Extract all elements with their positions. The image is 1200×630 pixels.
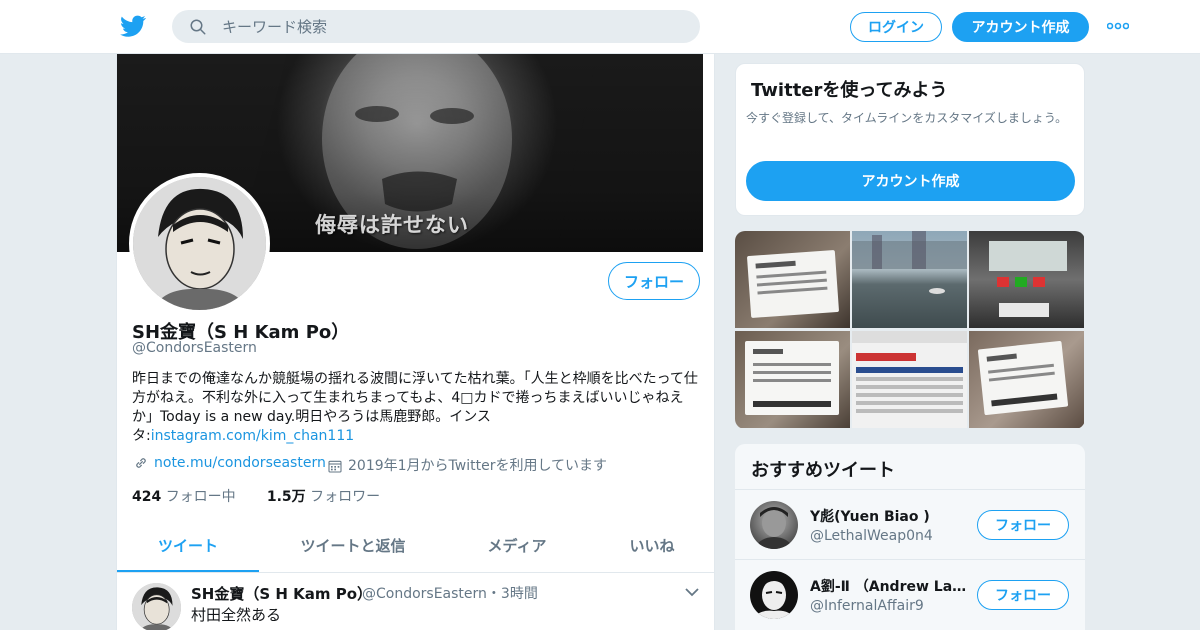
tab-tweets-and-replies[interactable]: ツイートと返信: [279, 528, 427, 572]
recommended-user-handle[interactable]: @InfernalAffair9: [810, 598, 924, 614]
recommended-title: おすすめツイート: [751, 460, 895, 481]
recommended-user-row[interactable]: A劉-Ⅱ （Andrew Lau ... @InfernalAffair9 フォ…: [735, 559, 1085, 629]
signup-promo-card: Twitterを使ってみよう 今すぐ登録して、タイムラインをカスタマイズしましょ…: [735, 63, 1085, 216]
bio-instagram-link[interactable]: instagram.com/kim_chan111: [151, 428, 354, 444]
recommended-tweets-panel: おすすめツイート Y彪(Yuen Biao ) @LethalWeap0n4 フ…: [735, 444, 1085, 630]
profile-website: note.mu/condorseastern: [132, 455, 326, 471]
recommended-user-row[interactable]: Y彪(Yuen Biao ) @LethalWeap0n4 フォロー: [735, 489, 1085, 559]
recommended-user-handle[interactable]: @LethalWeap0n4: [810, 528, 933, 544]
following-stat[interactable]: 424 フォロー中: [132, 489, 236, 505]
recommended-avatar[interactable]: [750, 571, 798, 619]
following-count: 424: [132, 489, 162, 505]
profile-panel: 侮辱は許せない フォロー SH金寶（S H Kam Po） @CondorsEa…: [116, 54, 715, 630]
machine-photo: [989, 241, 1067, 317]
avatar-illustration-small: [132, 583, 181, 630]
followers-label: フォロワー: [310, 489, 381, 505]
profile-avatar[interactable]: [129, 173, 270, 314]
follow-button[interactable]: フォロー: [608, 262, 700, 300]
profile-bio: 昨日までの俺達なんか競艇場の揺れる波間に浮いてた枯れ葉。「人生と枠順を比べたって…: [132, 370, 704, 446]
tab-media[interactable]: メディア: [462, 528, 572, 572]
recommended-user-name[interactable]: A劉-Ⅱ （Andrew Lau ...: [810, 576, 970, 596]
screenshot-photo: [852, 331, 967, 413]
chevron-down-icon[interactable]: [685, 587, 699, 597]
banner-caption: 侮辱は許せない: [315, 212, 469, 237]
recommended-user-name[interactable]: Y彪(Yuen Biao ): [810, 506, 970, 526]
profile-joined-date: 2019年1月からTwitterを利用しています: [326, 455, 607, 475]
avatar-illustration: [133, 177, 266, 310]
twitter-bird-icon[interactable]: [120, 13, 146, 39]
media-thumbnail[interactable]: [969, 231, 1084, 328]
recommended-follow-button[interactable]: フォロー: [977, 510, 1069, 540]
profile-stats: 424 フォロー中 1.5万 フォロワー: [132, 486, 380, 506]
link-icon: [136, 458, 146, 468]
signup-card-button[interactable]: アカウント作成: [746, 161, 1075, 201]
ticket-photo: [977, 340, 1069, 416]
avatar-photo: [754, 507, 794, 549]
tweet-text: 村田全然ある: [191, 606, 282, 624]
signup-button[interactable]: アカウント作成: [952, 12, 1089, 42]
profile-handle[interactable]: @CondorsEastern: [132, 340, 257, 356]
recommended-follow-button[interactable]: フォロー: [977, 580, 1069, 610]
more-dots-icon[interactable]: [1107, 22, 1129, 30]
tweet-item[interactable]: SH金寶（S H Kam Po） @CondorsEastern・3時間 村田全…: [117, 573, 714, 630]
followers-count: 1.5万: [266, 489, 306, 505]
media-thumbnail[interactable]: [735, 331, 850, 428]
media-thumbnail[interactable]: [969, 331, 1084, 428]
media-thumbnail[interactable]: [852, 331, 967, 428]
boat-race-photo: [852, 231, 967, 294]
tab-likes[interactable]: いいね: [597, 528, 707, 572]
search-input[interactable]: [222, 10, 682, 43]
tab-tweets[interactable]: ツイート: [117, 528, 259, 572]
tweet-avatar[interactable]: [132, 583, 181, 630]
joined-text: 2019年1月からTwitterを利用しています: [348, 458, 608, 474]
search-box: [172, 10, 700, 43]
ticket-photo: [747, 250, 839, 318]
tweet-author-name[interactable]: SH金寶（S H Kam Po）: [191, 583, 372, 604]
recommended-avatar[interactable]: [750, 501, 798, 549]
media-thumbnail[interactable]: [735, 231, 850, 328]
media-thumbnail[interactable]: [852, 231, 967, 328]
profile-tabs: ツイート ツイートと返信 メディア いいね: [117, 528, 714, 573]
website-link[interactable]: note.mu/condorseastern: [154, 455, 326, 471]
followers-stat[interactable]: 1.5万 フォロワー: [267, 489, 380, 505]
tweet-author-handle[interactable]: @CondorsEastern・3時間: [362, 583, 538, 603]
search-icon: [190, 19, 206, 35]
following-label: フォロー中: [165, 489, 236, 505]
top-navigation-bar: ログイン アカウント作成: [0, 0, 1200, 54]
signup-card-subtitle: 今すぐ登録して、タイムラインをカスタマイズしましょう。: [746, 111, 1068, 125]
ticket-photo: [745, 341, 839, 415]
login-button[interactable]: ログイン: [850, 12, 942, 42]
media-grid: [735, 231, 1085, 429]
calendar-icon: [328, 460, 342, 473]
signup-card-title: Twitterを使ってみよう: [751, 80, 948, 101]
avatar-illustration: [752, 577, 796, 619]
